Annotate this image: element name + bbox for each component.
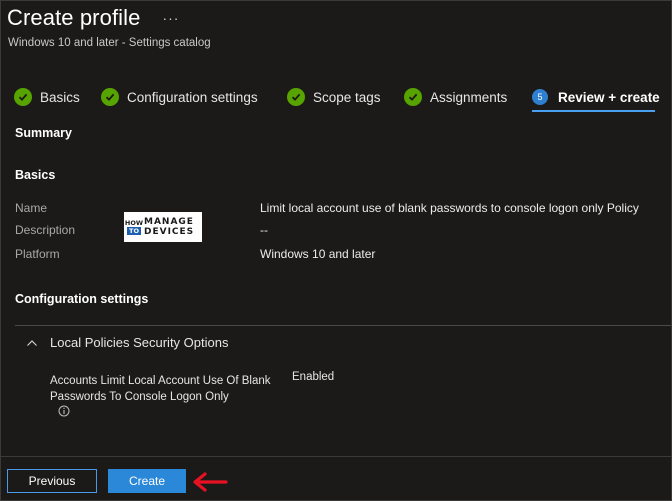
step-label: Scope tags <box>313 89 381 105</box>
configuration-settings-heading: Configuration settings <box>15 292 149 306</box>
checkmark-icon <box>101 88 119 106</box>
page-title: Create profile <box>7 5 141 30</box>
step-review-create[interactable]: 5 Review + create <box>532 85 660 109</box>
wizard-steps: Basics Configuration settings Scope tags… <box>1 85 671 112</box>
description-label: Description <box>15 223 76 237</box>
platform-value: Windows 10 and later <box>260 247 376 261</box>
step-configuration-settings[interactable]: Configuration settings <box>101 85 258 109</box>
active-step-underline <box>532 110 655 112</box>
step-label: Review + create <box>558 89 660 105</box>
summary-heading: Summary <box>15 126 72 140</box>
step-label: Assignments <box>430 89 508 105</box>
title-row: Create profile ··· <box>7 5 179 31</box>
step-number-badge: 5 <box>532 89 548 105</box>
step-label: Basics <box>40 89 80 105</box>
more-options-icon[interactable]: ··· <box>162 10 179 26</box>
section-divider <box>15 325 671 326</box>
create-button[interactable]: Create <box>108 469 186 493</box>
logo-left: HOW TO <box>124 212 144 242</box>
logo-how: HOW <box>124 219 144 227</box>
step-scope-tags[interactable]: Scope tags <box>287 85 381 109</box>
name-value: Limit local account use of blank passwor… <box>260 201 639 215</box>
footer-divider <box>1 456 671 457</box>
red-arrow-annotation-icon <box>193 472 228 492</box>
checkmark-icon <box>404 88 422 106</box>
logo-devices: DEVICES <box>144 227 195 237</box>
logo-to: TO <box>127 227 141 235</box>
step-label: Configuration settings <box>127 89 258 105</box>
name-label: Name <box>15 201 48 215</box>
local-policies-group-header[interactable]: Local Policies Security Options <box>26 335 228 350</box>
previous-button[interactable]: Previous <box>7 469 97 493</box>
logo-manage: MANAGE <box>144 217 194 227</box>
platform-label: Platform <box>15 247 60 261</box>
description-value: -- <box>260 223 268 237</box>
setting-name: Accounts Limit Local Account Use Of Blan… <box>50 375 271 403</box>
checkmark-icon <box>14 88 32 106</box>
create-profile-panel: Create profile ··· Windows 10 and later … <box>0 0 672 501</box>
basics-heading: Basics <box>15 168 56 182</box>
step-assignments[interactable]: Assignments <box>404 85 507 109</box>
how-to-manage-devices-logo: HOW TO MANAGE DEVICES <box>124 212 202 242</box>
page-subtitle: Windows 10 and later - Settings catalog <box>8 37 211 49</box>
setting-value: Enabled <box>292 371 335 383</box>
chevron-up-icon <box>27 339 37 346</box>
logo-right: MANAGE DEVICES <box>144 212 202 242</box>
info-icon[interactable] <box>58 405 70 417</box>
step-basics[interactable]: Basics <box>14 85 80 109</box>
group-title: Local Policies Security Options <box>50 335 229 350</box>
checkmark-icon <box>287 88 305 106</box>
